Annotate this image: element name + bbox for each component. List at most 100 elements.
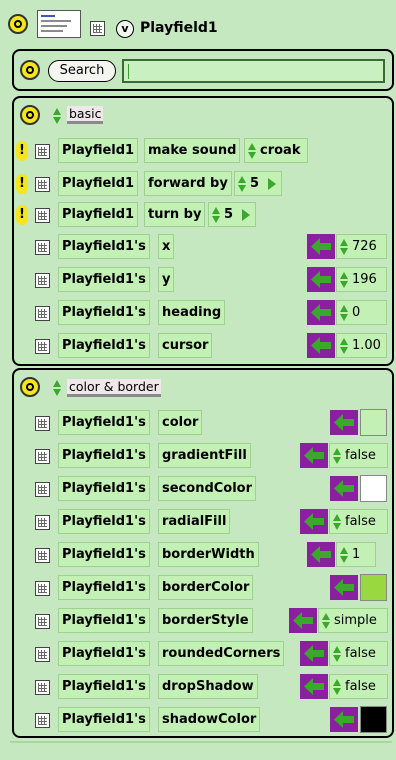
- readout-box[interactable]: false: [329, 674, 388, 699]
- tile-subject[interactable]: Playfield1's: [58, 410, 150, 435]
- setter-arrow[interactable]: [330, 410, 358, 435]
- value-arrows[interactable]: [248, 143, 257, 159]
- value-arrows[interactable]: [340, 305, 349, 321]
- tile-icon[interactable]: [35, 306, 50, 321]
- playfield-thumbnail[interactable]: [37, 10, 81, 38]
- setter-arrow[interactable]: [330, 575, 358, 600]
- play-arrow-icon[interactable]: [268, 178, 276, 190]
- search-input[interactable]: [122, 59, 385, 83]
- setter-arrow[interactable]: [330, 476, 358, 501]
- readout-value[interactable]: false: [345, 642, 376, 665]
- tile-subject[interactable]: Playfield1's: [58, 608, 150, 633]
- setter-arrow[interactable]: [307, 234, 335, 259]
- tile-argument[interactable]: 5: [208, 202, 256, 227]
- tile-subject[interactable]: Playfield1's: [58, 234, 150, 259]
- viewer-menu-button[interactable]: [8, 14, 28, 34]
- tile-command[interactable]: shadowColor: [158, 707, 261, 732]
- tile-command[interactable]: forward by: [144, 171, 232, 196]
- value-arrows[interactable]: [322, 613, 331, 629]
- tile-command[interactable]: borderColor: [158, 575, 254, 600]
- tile-command[interactable]: secondColor: [158, 476, 257, 501]
- warning-icon[interactable]: !: [16, 174, 28, 194]
- setter-arrow[interactable]: [307, 267, 335, 292]
- search-menu-button[interactable]: [20, 60, 40, 80]
- value-arrows[interactable]: [212, 207, 221, 223]
- tile-command[interactable]: cursor: [158, 333, 213, 358]
- tile-argument[interactable]: croak: [244, 138, 308, 163]
- tile-command[interactable]: color: [158, 410, 203, 435]
- value-arrows[interactable]: [340, 272, 349, 288]
- tile-subject[interactable]: Playfield1's: [58, 509, 150, 534]
- category-selector-arrows[interactable]: [53, 108, 62, 124]
- tile-icon[interactable]: [35, 273, 50, 288]
- tile-icon[interactable]: [35, 647, 50, 662]
- tile-subject[interactable]: Playfield1's: [58, 443, 150, 468]
- readout-value[interactable]: 0: [352, 301, 360, 324]
- warning-icon[interactable]: !: [16, 205, 28, 225]
- category-selector-arrows[interactable]: [53, 380, 62, 396]
- play-arrow-icon[interactable]: [242, 209, 250, 221]
- tile-command[interactable]: gradientFill: [158, 443, 251, 468]
- setter-arrow[interactable]: [307, 542, 335, 567]
- tile-command[interactable]: borderWidth: [158, 542, 259, 567]
- tile-icon[interactable]: [35, 581, 50, 596]
- readout-value[interactable]: 196: [352, 268, 377, 291]
- readout-box[interactable]: false: [329, 443, 388, 468]
- tile-icon[interactable]: [35, 614, 50, 629]
- setter-arrow[interactable]: [300, 674, 328, 699]
- tile-subject[interactable]: Playfield1's: [58, 542, 150, 567]
- warning-icon[interactable]: !: [16, 141, 28, 161]
- readout-box[interactable]: 196: [336, 267, 387, 292]
- tile-icon[interactable]: [35, 339, 50, 354]
- setter-arrow[interactable]: [300, 509, 328, 534]
- setter-arrow[interactable]: [307, 300, 335, 325]
- tile-argument[interactable]: 5: [234, 171, 282, 196]
- category-title[interactable]: color & border: [67, 379, 161, 397]
- chevron-down-icon[interactable]: v: [116, 20, 134, 38]
- value-arrows[interactable]: [333, 679, 342, 695]
- tile-subject[interactable]: Playfield1: [58, 138, 139, 163]
- setter-arrow[interactable]: [289, 608, 317, 633]
- tile-icon[interactable]: [35, 482, 50, 497]
- value-arrows[interactable]: [333, 646, 342, 662]
- readout-box[interactable]: 1.00: [336, 333, 387, 358]
- readout-value[interactable]: 726: [352, 235, 377, 258]
- tile-subject[interactable]: Playfield1's: [58, 707, 150, 732]
- tile-icon[interactable]: [35, 144, 50, 159]
- readout-value[interactable]: 1: [352, 543, 360, 566]
- value-arrows[interactable]: [340, 338, 349, 354]
- tile-icon[interactable]: [35, 240, 50, 255]
- setter-arrow[interactable]: [300, 641, 328, 666]
- readout-box[interactable]: 726: [336, 234, 387, 259]
- tile-subject[interactable]: Playfield1: [58, 202, 139, 227]
- tile-subject[interactable]: Playfield1's: [58, 333, 150, 358]
- readout-value[interactable]: false: [345, 675, 376, 698]
- readout-box[interactable]: false: [329, 641, 388, 666]
- readout-box[interactable]: 1: [336, 542, 376, 567]
- tile-icon[interactable]: [90, 21, 105, 36]
- tile-icon[interactable]: [35, 680, 50, 695]
- setter-arrow[interactable]: [300, 443, 328, 468]
- value-arrows[interactable]: [340, 239, 349, 255]
- tile-subject[interactable]: Playfield1's: [58, 476, 150, 501]
- tile-icon[interactable]: [35, 416, 50, 431]
- tile-command[interactable]: y: [158, 267, 175, 292]
- tile-subject[interactable]: Playfield1's: [58, 267, 150, 292]
- setter-arrow[interactable]: [330, 707, 358, 732]
- tile-icon[interactable]: [35, 208, 50, 223]
- category-menu-button[interactable]: [20, 105, 40, 125]
- tile-subject[interactable]: Playfield1's: [58, 641, 150, 666]
- readout-box[interactable]: simple: [318, 608, 388, 633]
- tile-command[interactable]: heading: [158, 300, 226, 325]
- tile-icon[interactable]: [35, 548, 50, 563]
- color-swatch[interactable]: [360, 706, 387, 733]
- tile-icon[interactable]: [35, 177, 50, 192]
- color-swatch[interactable]: [360, 475, 387, 502]
- readout-value[interactable]: 1.00: [352, 334, 381, 357]
- readout-value[interactable]: false: [345, 510, 376, 533]
- tile-command[interactable]: x: [158, 234, 175, 259]
- tile-icon[interactable]: [35, 515, 50, 530]
- tile-command[interactable]: dropShadow: [158, 674, 258, 699]
- tile-command[interactable]: radialFill: [158, 509, 231, 534]
- tile-subject[interactable]: Playfield1: [58, 171, 139, 196]
